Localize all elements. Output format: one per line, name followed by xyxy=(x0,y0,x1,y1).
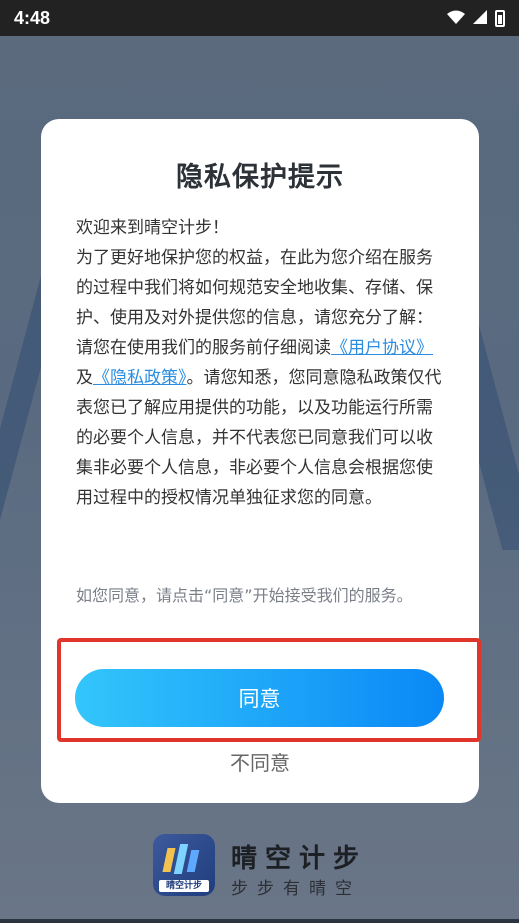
user-agreement-link[interactable]: 《用户协议》 xyxy=(331,338,433,358)
read-paragraph: 请您在使用我们的服务前仔细阅读《用户协议》及《隐私政策》。请您知悉，您同意隐私政… xyxy=(76,333,446,513)
status-bar: 4:48 xyxy=(0,0,519,36)
welcome-text: 欢迎来到晴空计步！ xyxy=(76,218,229,238)
intro-text: 为了更好地保护您的权益，在此为您介绍在服务的过程中我们将如何规范安全地收集、存储… xyxy=(76,248,433,328)
logo-bar xyxy=(162,848,176,872)
wifi-icon xyxy=(447,9,465,28)
read-suffix: 。请您知悉，您同意隐私政策仅代表您已了解应用提供的功能，以及功能运行所需的必要个… xyxy=(76,368,442,508)
navigation-bar xyxy=(0,919,519,923)
battery-icon xyxy=(495,9,505,27)
brand-slogan: 步步有晴空 xyxy=(231,879,361,899)
highlight-annotation-box xyxy=(57,638,481,742)
and-text: 及 xyxy=(76,368,93,388)
signal-icon xyxy=(473,9,487,28)
agree-hint-text: 如您同意，请点击“同意”开始接受我们的服务。 xyxy=(76,586,413,605)
logo-bar xyxy=(186,850,200,872)
read-prefix: 请您在使用我们的服务前仔细阅读 xyxy=(76,338,331,358)
disagree-button[interactable]: 不同意 xyxy=(41,747,479,776)
logo-tag-text: 晴空计步 xyxy=(159,880,209,892)
privacy-body-text: 欢迎来到晴空计步！ 为了更好地保护您的权益，在此为您介绍在服务的过程中我们将如何… xyxy=(76,213,446,563)
dialog-title: 隐私保护提示 xyxy=(176,162,344,193)
status-icons xyxy=(447,9,505,28)
status-time: 4:48 xyxy=(14,7,51,28)
privacy-policy-link[interactable]: 《隐私政策》 xyxy=(93,368,187,388)
app-logo: 晴空计步 xyxy=(153,834,215,896)
brand-name: 晴空计步 xyxy=(231,844,368,874)
